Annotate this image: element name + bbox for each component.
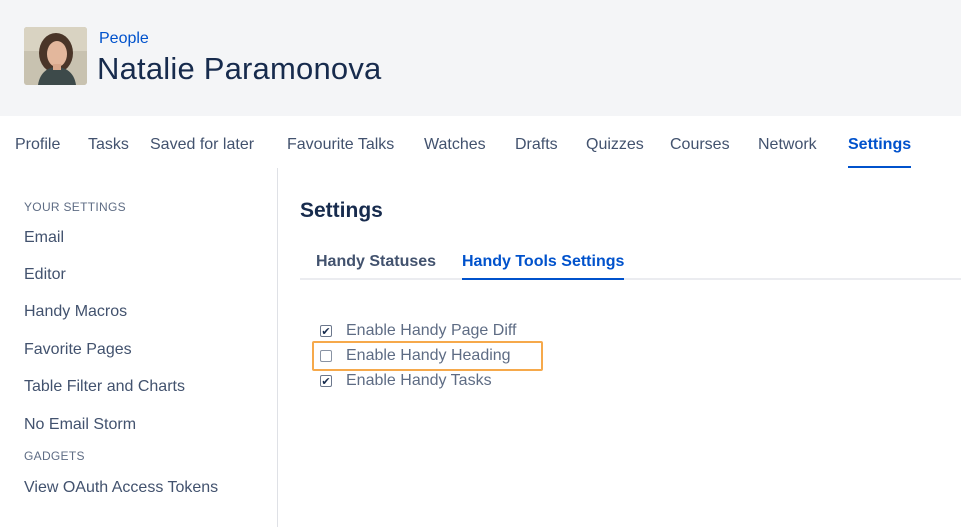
tab-drafts[interactable]: Drafts [515,134,558,168]
tab-courses[interactable]: Courses [670,134,730,168]
checkmark-icon: ✔ [321,374,331,388]
tab-profile[interactable]: Profile [15,134,60,168]
checkbox-handy-heading[interactable] [320,350,332,362]
page-title: Natalie Paramonova [97,51,382,86]
tab-watches[interactable]: Watches [424,134,486,168]
tab-quizzes[interactable]: Quizzes [586,134,644,168]
subtab-handy-tools-settings[interactable]: Handy Tools Settings [462,252,625,280]
sidebar-item-handy-macros[interactable]: Handy Macros [24,303,127,321]
sidebar-item-favorite-pages[interactable]: Favorite Pages [24,341,132,359]
sidebar-heading-your-settings: YOUR SETTINGS [24,200,126,214]
settings-subtabs: Handy Statuses Handy Tools Settings [300,252,961,280]
sidebar-item-table-filter-and-charts[interactable]: Table Filter and Charts [24,378,185,396]
tab-network[interactable]: Network [758,134,817,168]
subtab-handy-statuses[interactable]: Handy Statuses [316,252,436,280]
checkmark-icon: ✔ [321,324,331,338]
sidebar-heading-gadgets: GADGETS [24,449,85,463]
breadcrumb-people[interactable]: People [99,30,149,48]
option-handy-tasks: ✔ Enable Handy Tasks [320,370,492,392]
avatar[interactable] [24,27,87,85]
settings-title: Settings [300,199,383,222]
sidebar-item-email[interactable]: Email [24,229,64,247]
sidebar-item-editor[interactable]: Editor [24,266,66,284]
avatar-photo-icon [24,27,87,85]
sidebar-item-view-oauth-access-tokens[interactable]: View OAuth Access Tokens [24,479,218,497]
profile-header: People Natalie Paramonova [0,0,961,116]
checkbox-handy-tasks[interactable]: ✔ [320,375,332,387]
settings-sidebar: YOUR SETTINGS Email Editor Handy Macros … [0,168,278,527]
option-label: Enable Handy Page Diff [346,322,517,339]
tab-saved-for-later[interactable]: Saved for later [150,134,254,168]
tab-settings[interactable]: Settings [848,134,912,168]
option-label: Enable Handy Heading [346,347,511,364]
option-handy-heading: Enable Handy Heading [320,345,511,367]
sidebar-item-no-email-storm[interactable]: No Email Storm [24,416,136,434]
checkbox-handy-page-diff[interactable]: ✔ [320,325,332,337]
tab-tasks[interactable]: Tasks [88,134,129,168]
option-handy-page-diff: ✔ Enable Handy Page Diff [320,320,516,342]
tab-favourite-talks[interactable]: Favourite Talks [287,134,394,168]
option-label: Enable Handy Tasks [346,372,492,389]
